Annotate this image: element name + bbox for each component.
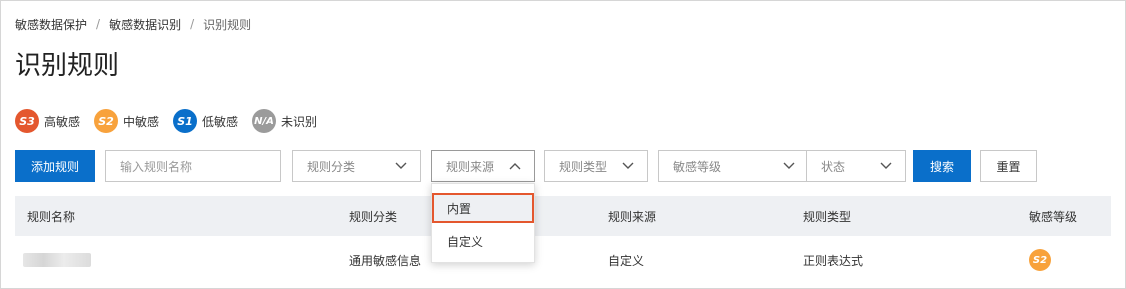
level-select[interactable]: 敏感等级 [658,150,809,182]
legend-label: 中敏感 [123,114,160,129]
breadcrumb-item-current: 识别规则 [203,17,252,32]
category-select[interactable]: 规则分类 [292,150,421,182]
s2-badge-icon: S2 [94,109,119,133]
cell-category: 通用敏感信息 [349,253,422,268]
table-header: 规则名称 规则分类 规则来源 规则类型 敏感等级 [15,196,1111,236]
chevron-up-icon [508,159,522,173]
chevron-down-icon [782,159,796,173]
source-select[interactable]: 规则来源 [431,150,535,182]
dropdown-option-builtin[interactable]: 内置 [432,193,534,223]
level-select-label: 敏感等级 [673,159,722,174]
legend-label: 未识别 [281,114,318,129]
legend-label: 低敏感 [202,114,239,129]
s2-badge-icon: S2 [1029,249,1051,271]
chevron-down-icon [394,159,408,173]
header-rule-category: 规则分类 [349,209,398,224]
breadcrumb-item-identification[interactable]: 敏感数据识别 [109,16,181,33]
legend-item-na: N/A 未识别 [252,109,317,133]
breadcrumb: 敏感数据保护 / 敏感数据识别 / 识别规则 [15,15,251,33]
search-placeholder: 输入规则名称 [120,159,193,174]
table-row[interactable]: 通用敏感信息 自定义 正则表达式 S2 [15,240,1111,280]
type-select-label: 规则类型 [559,159,608,174]
header-sensitivity-level: 敏感等级 [1029,209,1078,224]
header-rule-type: 规则类型 [803,209,852,224]
s3-badge-icon: S3 [15,109,39,133]
category-select-label: 规则分类 [307,159,356,174]
status-select-label: 状态 [821,159,846,174]
legend-item-s2: S2 中敏感 [94,109,159,133]
breadcrumb-separator: / [190,17,195,31]
cell-level: S2 [1029,240,1051,280]
sensitivity-legend: S3 高敏感 S2 中敏感 S1 低敏感 N/A 未识别 [15,109,331,133]
add-rule-button[interactable]: 添加规则 [15,150,95,182]
na-badge-icon: N/A [252,109,277,133]
status-select[interactable]: 状态 [806,150,906,182]
dropdown-option-custom[interactable]: 自定义 [432,226,534,256]
source-select-label: 规则来源 [446,159,495,174]
s1-badge-icon: S1 [173,109,198,133]
type-select[interactable]: 规则类型 [544,150,648,182]
page-title: 识别规则 [15,51,120,81]
rule-name-search-input[interactable]: 输入规则名称 [105,150,281,182]
redacted-rule-name [23,253,91,267]
breadcrumb-separator: / [96,17,101,31]
legend-label: 高敏感 [44,114,81,129]
breadcrumb-item-protection[interactable]: 敏感数据保护 [15,16,87,33]
chevron-down-icon [879,159,893,173]
reset-button[interactable]: 重置 [980,150,1037,182]
source-dropdown-menu: 内置 自定义 [431,183,535,263]
cell-source: 自定义 [608,253,645,268]
search-button[interactable]: 搜索 [913,150,971,182]
cell-type: 正则表达式 [803,253,864,268]
header-rule-name: 规则名称 [27,209,76,224]
header-rule-source: 规则来源 [608,209,657,224]
legend-item-s1: S1 低敏感 [173,109,238,133]
legend-item-s3: S3 高敏感 [15,109,80,133]
chevron-down-icon [621,159,635,173]
